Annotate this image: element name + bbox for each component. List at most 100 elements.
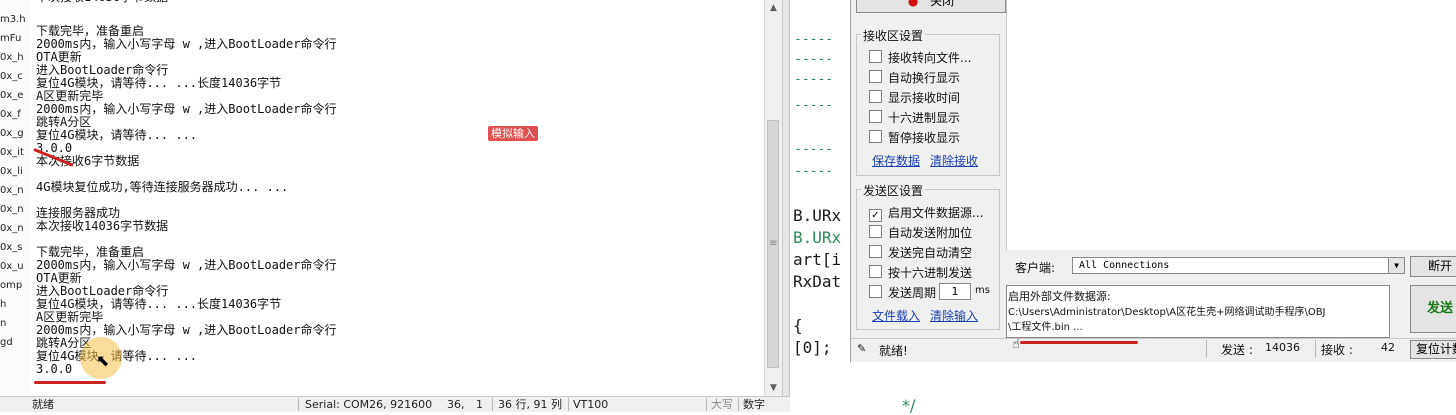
send-period-checkbox[interactable]: 发送周期 — [869, 284, 936, 301]
checkbox-box[interactable] — [869, 265, 882, 278]
file-tree-item[interactable]: m3.h — [0, 14, 30, 25]
receive-option-checkbox[interactable]: 自动换行显示 — [869, 69, 960, 86]
clear-input-link[interactable]: 清除输入 — [930, 307, 978, 324]
scroll-down-arrow-icon[interactable]: ▼ — [765, 380, 782, 396]
scroll-up-arrow-icon[interactable]: ▲ — [765, 0, 782, 16]
terminal-vertical-scrollbar[interactable]: ▲ ≡ ▼ — [764, 0, 782, 396]
file-load-link[interactable]: 文件载入 — [872, 307, 920, 324]
code-line: art[i — [793, 250, 842, 269]
send-option-checkbox[interactable]: 按十六进制发送 — [869, 264, 972, 281]
send-count-value: 14036 — [1265, 341, 1300, 354]
send-option-checkbox[interactable]: ✓ 启用文件数据源... — [869, 204, 983, 222]
file-tree-item[interactable]: omp — [0, 280, 30, 291]
file-tree-item[interactable]: n — [0, 318, 30, 329]
close-button[interactable]: ● 关闭 — [856, 0, 1006, 13]
file-tree-item[interactable]: 0x_h — [0, 52, 30, 63]
code-dash-line: ----- — [794, 52, 834, 67]
code-line: [0]; — [793, 338, 832, 357]
status-serial: Serial: COM26, 921600 — [305, 398, 433, 411]
pencil-icon: ✎ — [857, 342, 867, 355]
dropdown-arrow-icon[interactable]: ▼ — [1388, 258, 1404, 273]
receive-area[interactable] — [1006, 0, 1456, 250]
code-line: B.URx — [793, 206, 842, 225]
checkbox-box[interactable]: ✓ — [869, 209, 882, 222]
network-tool-panel: ● 关闭 接收区设置 保存数据 清除接收 发送区设置 发送周期 1 ms 文件载… — [850, 0, 1456, 362]
terminal-line: 3.0.0 — [36, 362, 73, 376]
code-editor-background: ----- ----- ----- ----- ----- ----- B.URx B.URx… — [790, 0, 850, 411]
receive-option-checkbox[interactable]: 接收转向文件... — [869, 49, 971, 66]
save-data-link[interactable]: 保存数据 — [872, 152, 920, 169]
send-settings-title: 发送区设置 — [861, 182, 926, 199]
checkbox-box[interactable] — [869, 90, 882, 103]
disconnect-button[interactable]: 断开 — [1410, 256, 1456, 277]
scroll-grip-icon: ≡ — [769, 238, 778, 249]
terminal-status-bar: 就绪 Serial: COM26, 921600 36, 1 36 行, 91 … — [0, 396, 790, 412]
send-option-checkbox[interactable]: 发送完自动清空 — [869, 244, 972, 261]
file-source-line: C:\Users\Administrator\Desktop\A区花生壳+网络调… — [1008, 307, 1326, 318]
checkbox-box[interactable] — [869, 50, 882, 63]
checkbox-box[interactable] — [869, 130, 882, 143]
send-period-input[interactable]: 1 — [939, 283, 971, 300]
code-line: RxDat — [793, 272, 842, 291]
receive-option-checkbox[interactable]: 暂停接收显示 — [869, 129, 960, 146]
send-button[interactable]: 发送 — [1410, 285, 1456, 333]
receive-option-checkbox[interactable]: 显示接收时间 — [869, 89, 960, 106]
file-tree-item[interactable]: 0x_n — [0, 185, 30, 196]
code-dash-line: ----- — [794, 72, 834, 87]
file-tree-item[interactable]: 0x_li — [0, 166, 30, 177]
status-num: 数字 — [743, 398, 765, 411]
client-select[interactable]: All Connections ▼ — [1072, 257, 1405, 274]
terminal-line: 本次接收14036字节数据 — [36, 219, 169, 233]
reset-count-button[interactable]: 复位计数 — [1410, 340, 1456, 359]
tool-status-ready: 就绪! — [879, 344, 908, 358]
status-row: 36, — [447, 398, 465, 411]
stop-icon: ● — [907, 0, 919, 8]
red-underline-annotation-path — [1020, 341, 1138, 344]
mouse-cursor-icon: ⬉ — [96, 351, 110, 370]
status-col: 1 — [476, 398, 483, 411]
file-tree-item[interactable]: 0x_c — [0, 71, 30, 82]
receive-settings-title: 接收区设置 — [861, 27, 926, 44]
code-line: B.URx — [793, 228, 842, 247]
code-dash-line: ----- — [794, 32, 834, 47]
status-rows-cols: 36 行, 91 列 — [498, 398, 562, 411]
file-tree-item[interactable]: mFu — [0, 33, 30, 44]
checkbox-box[interactable] — [869, 70, 882, 83]
file-tree-item[interactable]: 0x_u — [0, 261, 30, 272]
file-tree-item[interactable]: 0x_s — [0, 242, 30, 253]
code-dash-line: ----- — [794, 164, 834, 179]
send-count-label: 发送 : — [1221, 343, 1253, 357]
code-line: { — [793, 316, 803, 335]
file-tree-item[interactable]: h — [0, 299, 30, 310]
red-underline-annotation — [34, 381, 106, 384]
code-comment-end: */ — [902, 396, 916, 415]
status-ready: 就绪 — [32, 398, 54, 411]
clear-receive-link[interactable]: 清除接收 — [930, 152, 978, 169]
serial-terminal-output[interactable]: 本次接收14036字节数据下载完毕，准备重启2000ms内，输入小写字母 w ,… — [30, 0, 782, 396]
status-caps: 大写 — [711, 398, 733, 411]
window-divider[interactable] — [782, 0, 790, 396]
terminal-line: 本次接收14036字节数据 — [36, 0, 168, 4]
file-tree-item[interactable]: 0x_f — [0, 109, 30, 120]
file-tree-item[interactable]: gd — [0, 337, 30, 348]
checkbox-box[interactable] — [869, 285, 882, 298]
send-option-checkbox[interactable]: 自动发送附加位 — [869, 224, 972, 241]
hand-cursor-icon: ☝ — [1012, 337, 1020, 352]
file-tree-item[interactable]: 0x_it — [0, 147, 30, 158]
period-unit: ms — [975, 285, 990, 296]
code-dash-line: ----- — [794, 98, 834, 113]
file-tree-strip: m3.h mFu 0x_h 0x_c 0x_e 0x_f 0x_g 0x_it 0x_li 0x_… — [0, 0, 31, 411]
file-tree-item[interactable]: 0x_g — [0, 128, 30, 139]
file-source-line: 启用外部文件数据源: — [1008, 290, 1111, 303]
file-source-line: \工程文件.bin ... — [1008, 322, 1083, 333]
checkbox-box[interactable] — [869, 225, 882, 238]
receive-option-checkbox[interactable]: 十六进制显示 — [869, 109, 960, 126]
client-label: 客户端: — [1015, 261, 1056, 275]
tool-status-bar — [851, 338, 1456, 362]
file-tree-item[interactable]: 0x_e — [0, 90, 30, 101]
annotation-label: 模拟输入 — [488, 126, 538, 141]
file-tree-item[interactable]: 0x_n — [0, 204, 30, 215]
file-tree-item[interactable]: 0x_n — [0, 223, 30, 234]
checkbox-box[interactable] — [869, 245, 882, 258]
checkbox-box[interactable] — [869, 110, 882, 123]
